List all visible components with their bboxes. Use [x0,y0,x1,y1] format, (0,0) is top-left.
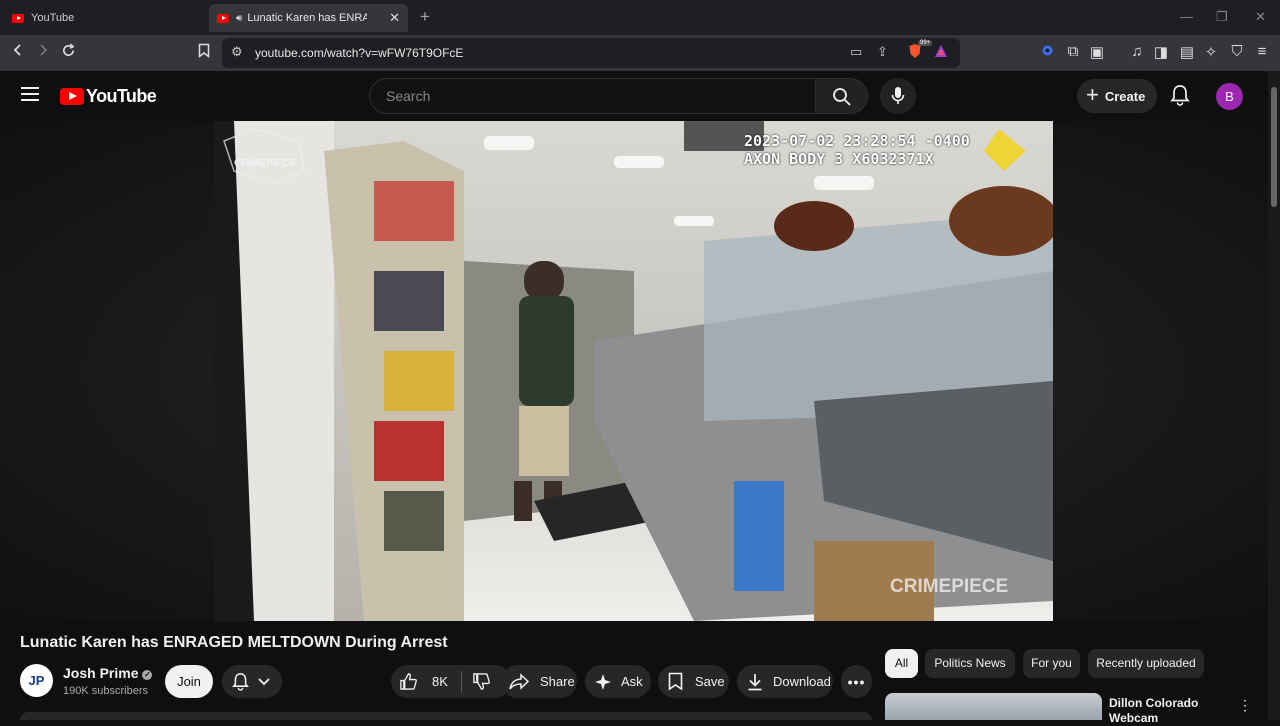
leo-ai-icon[interactable]: ✧ [1201,43,1221,61]
cast-icon[interactable]: ▭ [850,44,862,60]
forward-icon[interactable] [33,43,53,61]
scrollbar-thumb[interactable] [1271,87,1277,207]
bell-icon [232,673,249,691]
more-actions-button[interactable]: ••• [841,665,872,698]
account-avatar[interactable]: B [1216,83,1243,110]
youtube-logo-icon [60,88,84,105]
wallet-connect-icon[interactable] [1037,43,1057,62]
page-scrollbar[interactable] [1268,71,1280,720]
video-player[interactable]: 2023-07-02 23:28:54 -0400 AXON BODY 3 X6… [214,121,1053,621]
bodycam-timestamp: 2023-07-02 23:28:54 -0400 [744,132,970,150]
chip-recently-uploaded[interactable]: Recently uploaded [1088,649,1204,678]
browser-toolbar: ⚙︎ youtube.com/watch?v=wFW76T9OFcE ▭ ⇪ 9… [0,35,1280,71]
logo-text: YouTube [86,86,157,106]
new-tab-icon[interactable]: + [420,7,430,27]
watermark-top: CRIMEPIECE [234,158,297,169]
video-frame-image [214,121,1053,621]
search-icon [833,88,851,106]
wallet-icon[interactable]: ▤ [1177,43,1197,61]
minimize-icon[interactable]: — [1180,9,1193,24]
download-button[interactable]: Download [737,665,833,698]
sidebar-icon[interactable]: ◨ [1151,43,1171,61]
search-button[interactable] [816,78,868,114]
site-settings-icon[interactable]: ⚙︎ [231,44,243,60]
address-bar[interactable]: ⚙︎ youtube.com/watch?v=wFW76T9OFcE ▭ ⇪ 9… [222,38,960,68]
media-icon[interactable]: ♫ [1127,43,1147,60]
channel-name-link[interactable]: Josh Prime ✓ [63,665,153,681]
bell-icon [1170,85,1190,106]
shields-count-badge: 99+ [918,40,933,46]
tab-title: YouTube [31,12,75,24]
youtube-favicon-icon [12,13,24,23]
youtube-header: YouTube + Create B [0,71,1280,121]
bodycam-device-id: AXON BODY 3 X6032371X [744,150,934,168]
subscriber-count: 190K subscribers [63,685,148,697]
video-title: Lunatic Karen has ENRAGED MELTDOWN Durin… [20,634,448,651]
save-button[interactable]: Save [658,665,729,698]
plus-icon: + [1086,81,1099,107]
join-button[interactable]: Join [165,665,213,698]
channel-name: Josh Prime [63,665,139,681]
reload-icon[interactable] [58,43,78,62]
vpn-icon[interactable]: ⛉ [1227,43,1247,60]
screenshot-icon[interactable]: ▣ [1087,43,1107,61]
more-vertical-icon[interactable]: ⋮ [1238,697,1252,714]
speaker-icon[interactable]: 🔊︎ [236,13,242,24]
like-button[interactable]: 8K [391,672,453,691]
browser-tab-strip: YouTube 🔊︎ Lunatic Karen has ENRAGED MEL… [0,0,1280,35]
chevron-down-icon [258,678,270,686]
create-label: Create [1104,88,1146,104]
description-box[interactable] [20,712,872,720]
youtube-logo[interactable]: YouTube [60,86,157,107]
more-horizontal-icon: ••• [847,673,866,690]
subscription-bell-button[interactable] [222,665,282,698]
close-tab-icon[interactable]: ✕ [389,10,400,26]
tab-current-video[interactable]: 🔊︎ Lunatic Karen has ENRAGED MELTDOWN Du… [209,4,408,32]
hamburger-menu-icon[interactable] [21,87,39,101]
chip-all[interactable]: All [885,649,918,678]
save-label: Save [695,674,725,689]
download-icon [748,673,762,690]
recommendation-title[interactable]: Dillon Colorado Webcam [1109,696,1229,726]
voice-search-button[interactable] [880,78,916,114]
like-count: 8K [432,674,448,689]
notifications-button[interactable] [1170,84,1190,111]
watermark-bottom: CRIMEPIECE [890,576,1009,597]
share-page-icon[interactable]: ⇪ [877,44,888,60]
brave-rewards-icon[interactable] [934,44,948,61]
create-button[interactable]: + Create [1077,79,1157,113]
chip-for-you[interactable]: For you [1023,649,1080,678]
back-icon[interactable] [8,43,28,61]
recommendation-thumbnail[interactable] [885,693,1102,720]
like-dislike-group: 8K [391,665,511,698]
restore-icon[interactable]: ❐ [1216,9,1228,25]
search-input[interactable] [370,79,790,113]
save-bookmark-icon [668,672,683,691]
sparkle-icon [595,673,611,690]
youtube-favicon-icon [217,13,229,23]
dislike-button[interactable] [462,669,491,694]
ask-button[interactable]: Ask [585,665,651,698]
share-button[interactable]: Share [501,665,577,698]
ask-label: Ask [621,674,643,689]
url-text[interactable]: youtube.com/watch?v=wFW76T9OFcE [255,46,463,60]
thumbs-down-icon [473,673,490,690]
download-label: Download [773,674,831,689]
microphone-icon [891,87,905,104]
tab-title: Lunatic Karen has ENRAGED MELTDOWN Durin… [247,12,368,24]
extensions-icon[interactable]: ⧉ [1063,43,1083,60]
share-label: Share [540,674,575,689]
share-icon [509,672,529,690]
channel-avatar[interactable]: JP [20,664,53,697]
thumbs-up-icon [400,673,417,690]
verified-check-icon: ✓ [142,670,153,680]
tab-youtube[interactable]: YouTube [6,4,206,32]
bookmark-icon[interactable] [194,43,214,62]
search-box [369,78,816,114]
chip-politics-news[interactable]: Politics News [925,649,1015,678]
browser-menu-icon[interactable]: ≡ [1252,43,1272,60]
close-window-icon[interactable]: ✕ [1255,9,1266,25]
